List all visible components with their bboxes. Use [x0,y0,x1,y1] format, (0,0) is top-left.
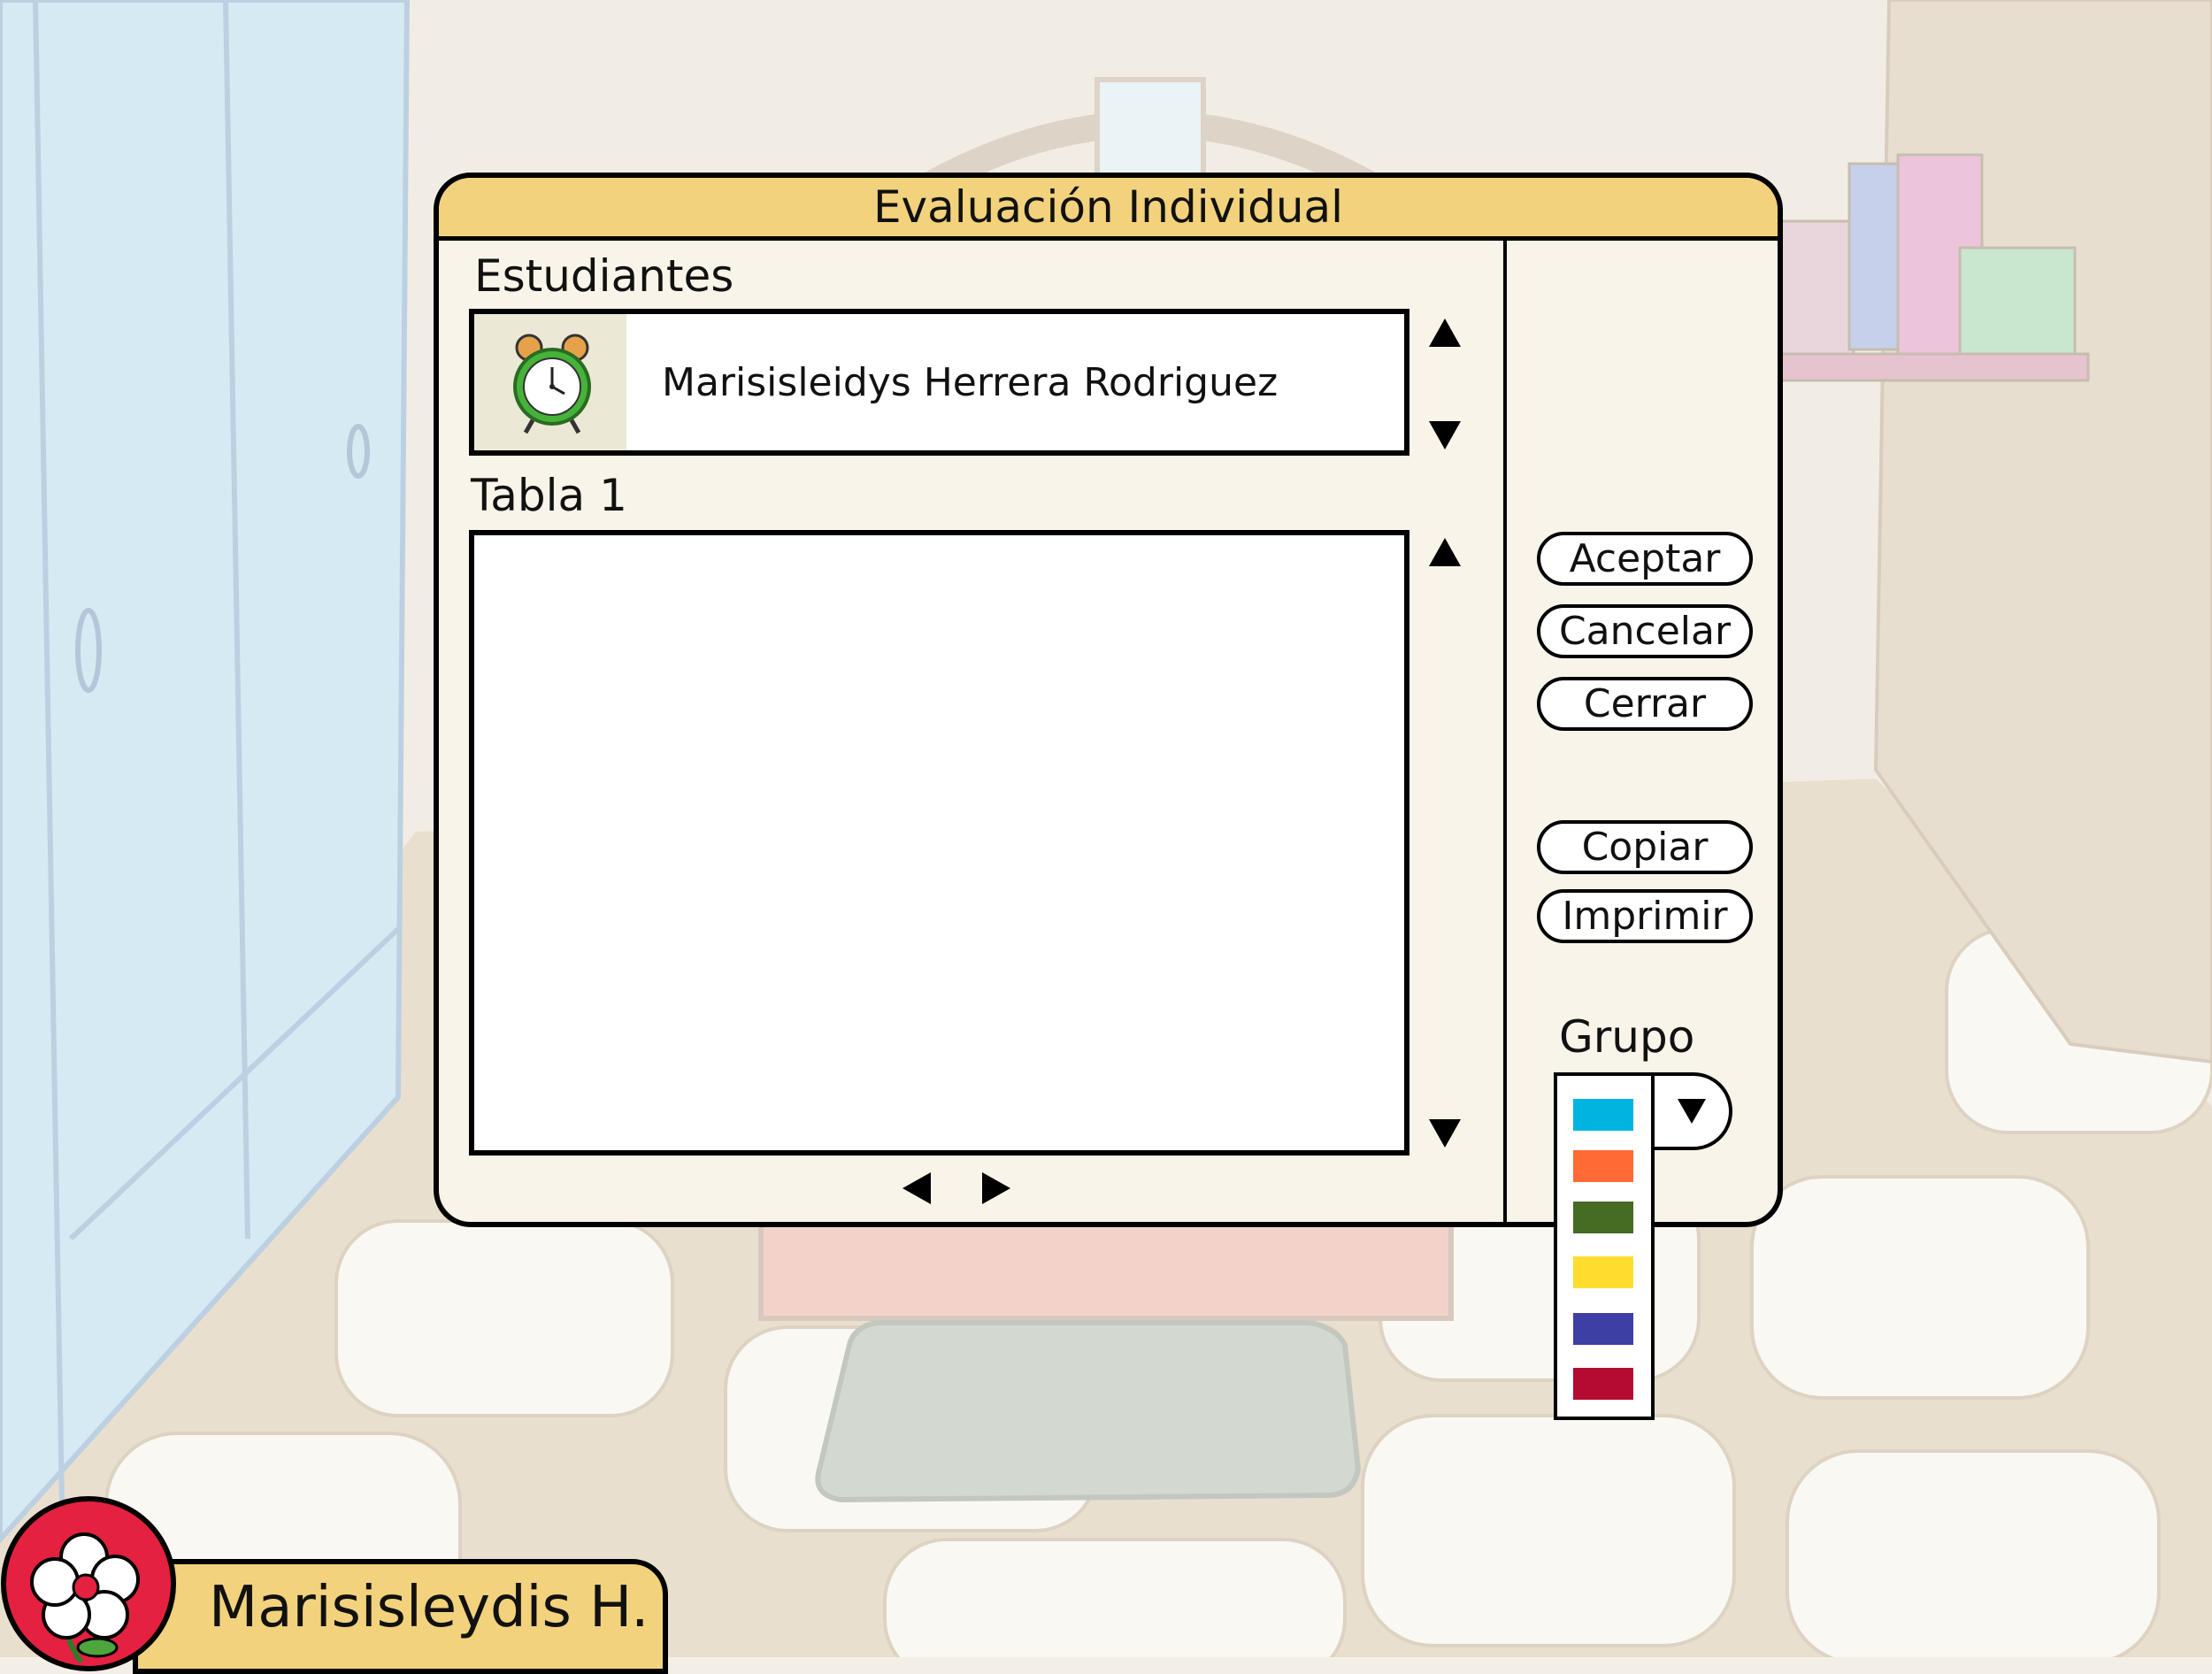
print-button[interactable]: Imprimir [1537,889,1753,943]
accept-button[interactable]: Aceptar [1537,532,1753,586]
color-swatch-blue[interactable] [1573,1313,1633,1345]
table-scroll-up-icon[interactable] [1423,530,1467,574]
alarm-clock-icon [513,334,591,434]
user-name: Marisisleydis H. [209,1575,649,1640]
close-button[interactable]: Cerrar [1537,677,1753,731]
color-swatch-green[interactable] [1573,1202,1633,1233]
evaluation-table[interactable] [469,530,1409,1156]
group-dropdown-toggle[interactable] [1655,1072,1732,1150]
student-icon-cell [474,314,626,450]
students-scroll-down-icon[interactable] [1423,413,1467,457]
group-label: Grupo [1559,1011,1695,1063]
table-scroll-right-icon[interactable] [974,1166,1018,1210]
color-swatch-red[interactable] [1573,1368,1633,1400]
table-label: Tabla 1 [471,470,627,521]
dialog-title: Evaluación Individual [872,181,1344,233]
copy-button[interactable]: Copiar [1537,820,1753,874]
student-list[interactable]: Marisisleidys Herrera Rodriguez [469,309,1409,456]
chevron-down-icon [1678,1099,1706,1124]
student-name[interactable]: Marisisleidys Herrera Rodriguez [662,314,1278,450]
students-scroll-up-icon[interactable] [1423,311,1467,355]
group-color-list[interactable] [1554,1072,1655,1420]
dialog-divider [1503,236,1507,1222]
color-swatch-cyan[interactable] [1573,1099,1633,1131]
user-avatar[interactable] [0,1495,177,1672]
cancel-button[interactable]: Cancelar [1537,604,1753,658]
color-swatch-orange[interactable] [1573,1150,1633,1182]
color-swatch-yellow[interactable] [1573,1256,1633,1288]
students-label: Estudiantes [474,250,734,302]
dialog-titlebar: Evaluación Individual [439,178,1778,241]
evaluation-dialog: Evaluación Individual Estudiantes Marisi… [434,173,1783,1227]
table-scroll-left-icon[interactable] [895,1166,939,1210]
table-scroll-down-icon[interactable] [1423,1111,1467,1156]
